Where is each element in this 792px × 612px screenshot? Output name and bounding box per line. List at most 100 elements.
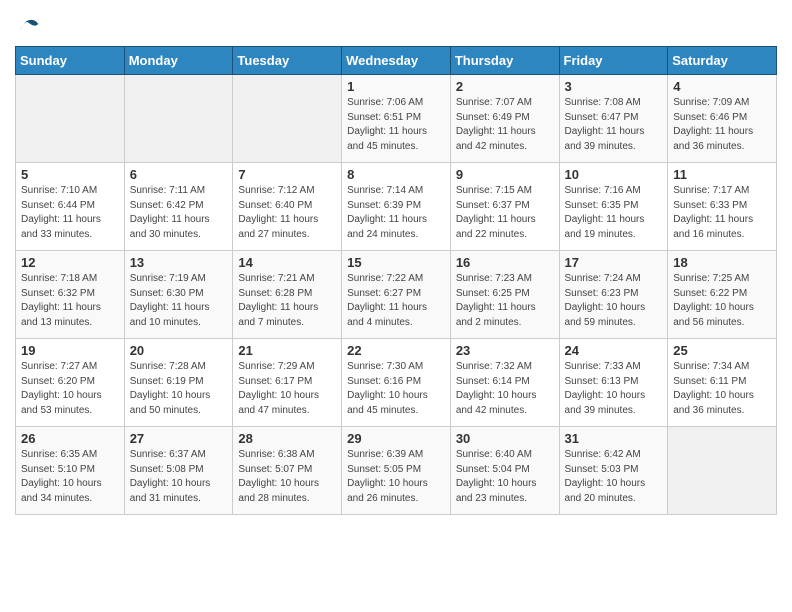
weekday-header-cell: Monday [124, 47, 233, 75]
calendar-day-cell: 17Sunrise: 7:24 AMSunset: 6:23 PMDayligh… [559, 251, 668, 339]
calendar-day-cell: 7 Sunrise: 7:12 AMSunset: 6:40 PMDaylight… [233, 163, 342, 251]
day-info: Sunrise: 7:10 AMSunset: 6:44 PMDaylight:… [21, 184, 119, 242]
day-number: 8 [347, 167, 445, 182]
day-number: 22 [347, 343, 445, 358]
day-info: Sunrise: 7:17 AMSunset: 6:33 PMDaylight:… [673, 184, 771, 242]
weekday-header-cell: Saturday [668, 47, 777, 75]
calendar-day-cell: 25 Sunrise: 7:34 AMSunset: 6:11 PMDayligh… [668, 339, 777, 427]
day-number: 1 [347, 79, 445, 94]
day-number: 18 [673, 255, 771, 270]
calendar-day-cell: 30 Sunrise: 6:40 AMSunset: 5:04 PMDayligh… [450, 427, 559, 515]
calendar-day-cell: 8 Sunrise: 7:14 AMSunset: 6:39 PMDaylight… [342, 163, 451, 251]
day-info: Sunrise: 7:06 AMSunset: 6:51 PMDaylight:… [347, 96, 445, 154]
weekday-header-cell: Tuesday [233, 47, 342, 75]
calendar-day-cell: 11 Sunrise: 7:17 AMSunset: 6:33 PMDayligh… [668, 163, 777, 251]
calendar-day-cell: 4 Sunrise: 7:09 AMSunset: 6:46 PMDaylight… [668, 75, 777, 163]
calendar-week-row: 12 Sunrise: 7:18 AMSunset: 6:32 PMDayligh… [16, 251, 777, 339]
calendar-day-cell: 13 Sunrise: 7:19 AMSunset: 6:30 PMDayligh… [124, 251, 233, 339]
day-info: Sunrise: 7:21 AMSunset: 6:28 PMDaylight:… [238, 272, 336, 330]
calendar-day-cell: 27Sunrise: 6:37 AMSunset: 5:08 PMDayligh… [124, 427, 233, 515]
calendar-day-cell: 18 Sunrise: 7:25 AMSunset: 6:22 PMDayligh… [668, 251, 777, 339]
day-info: Sunrise: 7:07 AMSunset: 6:49 PMDaylight:… [456, 96, 554, 154]
weekday-header-cell: Wednesday [342, 47, 451, 75]
day-number: 9 [456, 167, 554, 182]
calendar-day-cell: 22 Sunrise: 7:30 AMSunset: 6:16 PMDayligh… [342, 339, 451, 427]
calendar-day-cell: 21 Sunrise: 7:29 AMSunset: 6:17 PMDayligh… [233, 339, 342, 427]
day-info: Sunrise: 7:33 AMSunset: 6:13 PMDaylight:… [565, 360, 663, 418]
day-info: Sunrise: 7:15 AMSunset: 6:37 PMDaylight:… [456, 184, 554, 242]
day-number: 28 [238, 431, 336, 446]
logo-icon [15, 10, 43, 38]
day-number: 2 [456, 79, 554, 94]
day-info: Sunrise: 7:22 AMSunset: 6:27 PMDaylight:… [347, 272, 445, 330]
day-info: Sunrise: 7:29 AMSunset: 6:17 PMDaylight:… [238, 360, 336, 418]
calendar-day-cell: 5 Sunrise: 7:10 AMSunset: 6:44 PMDaylight… [16, 163, 125, 251]
day-number: 31 [565, 431, 663, 446]
day-info: Sunrise: 7:28 AMSunset: 6:19 PMDaylight:… [130, 360, 228, 418]
calendar-week-row: 26Sunrise: 6:35 AMSunset: 5:10 PMDayligh… [16, 427, 777, 515]
day-number: 19 [21, 343, 119, 358]
calendar-day-cell: 2 Sunrise: 7:07 AMSunset: 6:49 PMDaylight… [450, 75, 559, 163]
calendar-body: 1 Sunrise: 7:06 AMSunset: 6:51 PMDaylight… [16, 75, 777, 515]
day-number: 4 [673, 79, 771, 94]
day-number: 5 [21, 167, 119, 182]
calendar-day-cell: 19Sunrise: 7:27 AMSunset: 6:20 PMDayligh… [16, 339, 125, 427]
calendar-day-cell: 10 Sunrise: 7:16 AMSunset: 6:35 PMDayligh… [559, 163, 668, 251]
calendar-day-cell: 15Sunrise: 7:22 AMSunset: 6:27 PMDayligh… [342, 251, 451, 339]
day-number: 30 [456, 431, 554, 446]
calendar-week-row: 19Sunrise: 7:27 AMSunset: 6:20 PMDayligh… [16, 339, 777, 427]
calendar-day-cell: 16 Sunrise: 7:23 AMSunset: 6:25 PMDayligh… [450, 251, 559, 339]
day-number: 25 [673, 343, 771, 358]
weekday-header-cell: Sunday [16, 47, 125, 75]
day-info: Sunrise: 7:12 AMSunset: 6:40 PMDaylight:… [238, 184, 336, 242]
day-info: Sunrise: 7:11 AMSunset: 6:42 PMDaylight:… [130, 184, 228, 242]
calendar-day-cell: 28Sunrise: 6:38 AMSunset: 5:07 PMDayligh… [233, 427, 342, 515]
calendar-day-cell: 12 Sunrise: 7:18 AMSunset: 6:32 PMDayligh… [16, 251, 125, 339]
calendar-table: SundayMondayTuesdayWednesdayThursdayFrid… [15, 46, 777, 515]
day-number: 21 [238, 343, 336, 358]
day-info: Sunrise: 7:14 AMSunset: 6:39 PMDaylight:… [347, 184, 445, 242]
day-info: Sunrise: 7:08 AMSunset: 6:47 PMDaylight:… [565, 96, 663, 154]
day-info: Sunrise: 7:19 AMSunset: 6:30 PMDaylight:… [130, 272, 228, 330]
calendar-day-cell [16, 75, 125, 163]
day-number: 11 [673, 167, 771, 182]
day-number: 13 [130, 255, 228, 270]
day-number: 3 [565, 79, 663, 94]
calendar-day-cell: 29Sunrise: 6:39 AMSunset: 5:05 PMDayligh… [342, 427, 451, 515]
day-number: 10 [565, 167, 663, 182]
day-number: 14 [238, 255, 336, 270]
day-number: 23 [456, 343, 554, 358]
day-info: Sunrise: 6:39 AMSunset: 5:05 PMDaylight:… [347, 448, 445, 506]
day-info: Sunrise: 7:23 AMSunset: 6:25 PMDaylight:… [456, 272, 554, 330]
calendar-week-row: 5 Sunrise: 7:10 AMSunset: 6:44 PMDaylight… [16, 163, 777, 251]
calendar-day-cell [233, 75, 342, 163]
calendar-day-cell: 23 Sunrise: 7:32 AMSunset: 6:14 PMDayligh… [450, 339, 559, 427]
day-info: Sunrise: 6:40 AMSunset: 5:04 PMDaylight:… [456, 448, 554, 506]
day-info: Sunrise: 7:32 AMSunset: 6:14 PMDaylight:… [456, 360, 554, 418]
calendar-day-cell [668, 427, 777, 515]
calendar-day-cell: 24 Sunrise: 7:33 AMSunset: 6:13 PMDayligh… [559, 339, 668, 427]
calendar-day-cell: 20Sunrise: 7:28 AMSunset: 6:19 PMDayligh… [124, 339, 233, 427]
calendar-week-row: 1 Sunrise: 7:06 AMSunset: 6:51 PMDaylight… [16, 75, 777, 163]
calendar-day-cell: 6Sunrise: 7:11 AMSunset: 6:42 PMDaylight… [124, 163, 233, 251]
weekday-header-row: SundayMondayTuesdayWednesdayThursdayFrid… [16, 47, 777, 75]
day-info: Sunrise: 7:30 AMSunset: 6:16 PMDaylight:… [347, 360, 445, 418]
calendar-day-cell: 26Sunrise: 6:35 AMSunset: 5:10 PMDayligh… [16, 427, 125, 515]
day-info: Sunrise: 7:16 AMSunset: 6:35 PMDaylight:… [565, 184, 663, 242]
day-number: 24 [565, 343, 663, 358]
day-info: Sunrise: 7:34 AMSunset: 6:11 PMDaylight:… [673, 360, 771, 418]
day-info: Sunrise: 7:25 AMSunset: 6:22 PMDaylight:… [673, 272, 771, 330]
header [15, 10, 777, 38]
day-info: Sunrise: 7:24 AMSunset: 6:23 PMDaylight:… [565, 272, 663, 330]
day-info: Sunrise: 7:09 AMSunset: 6:46 PMDaylight:… [673, 96, 771, 154]
day-number: 26 [21, 431, 119, 446]
logo [15, 10, 45, 38]
day-number: 27 [130, 431, 228, 446]
calendar-day-cell: 9 Sunrise: 7:15 AMSunset: 6:37 PMDaylight… [450, 163, 559, 251]
calendar-day-cell [124, 75, 233, 163]
day-number: 12 [21, 255, 119, 270]
calendar-container: SundayMondayTuesdayWednesdayThursdayFrid… [0, 0, 792, 525]
day-number: 7 [238, 167, 336, 182]
day-info: Sunrise: 7:18 AMSunset: 6:32 PMDaylight:… [21, 272, 119, 330]
day-number: 16 [456, 255, 554, 270]
